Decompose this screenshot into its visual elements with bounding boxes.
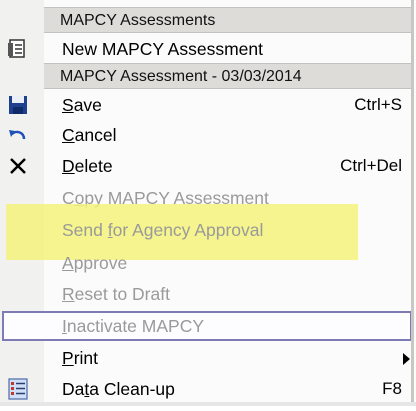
- menu-item-approve[interactable]: Approve: [0, 247, 416, 279]
- menu-item-data-cleanup[interactable]: Data Clean-up F8: [0, 373, 416, 405]
- menu-item-label: Save: [62, 95, 102, 115]
- menu-item-label: Delete: [62, 156, 113, 176]
- menu-item-new-assessment[interactable]: New MAPCY Assessment: [0, 33, 416, 65]
- menu-item-label: Cancel: [62, 125, 117, 145]
- document-icon: [6, 37, 30, 61]
- menu-item-label: New MAPCY Assessment: [62, 39, 263, 59]
- menu-item-send-for-approval[interactable]: Send for Agency Approval: [0, 214, 416, 246]
- menu-item-label: Data Clean-up: [62, 379, 175, 399]
- menu-right-border: [411, 0, 414, 406]
- menu-item-print[interactable]: Print: [0, 342, 416, 374]
- menu-item-inactivate[interactable]: Inactivate MAPCY: [0, 310, 416, 342]
- menu-item-label: Approve: [62, 253, 128, 273]
- menu-item-cancel[interactable]: Cancel: [0, 119, 416, 151]
- context-menu: MAPCY Assessments New MAPCY Assessment M…: [0, 0, 416, 406]
- menu-bottom-border: [0, 402, 416, 406]
- shortcut-text: Ctrl+Del: [340, 156, 402, 175]
- menu-item-label: Send for Agency Approval: [62, 220, 264, 240]
- menu-item-save[interactable]: Save Ctrl+S: [0, 89, 416, 121]
- menu-item-delete[interactable]: Delete Ctrl+Del: [0, 150, 416, 182]
- section-header-assessments: MAPCY Assessments: [44, 7, 412, 33]
- cleanup-list-icon: [6, 377, 30, 401]
- menu-item-label: Reset to Draft: [62, 284, 170, 304]
- section-header-assessment-date: MAPCY Assessment - 03/03/2014: [44, 63, 412, 89]
- undo-arrow-icon: [6, 123, 30, 147]
- save-floppy-icon: [6, 93, 30, 117]
- menu-item-label: Print: [62, 348, 98, 368]
- shortcut-text: F8: [382, 379, 402, 398]
- menu-item-label: Inactivate MAPCY: [62, 316, 205, 336]
- shortcut-text: Ctrl+S: [354, 95, 402, 114]
- delete-x-icon: [6, 154, 30, 178]
- submenu-arrow-icon: [403, 353, 410, 365]
- menu-item-reset-to-draft[interactable]: Reset to Draft: [0, 278, 416, 310]
